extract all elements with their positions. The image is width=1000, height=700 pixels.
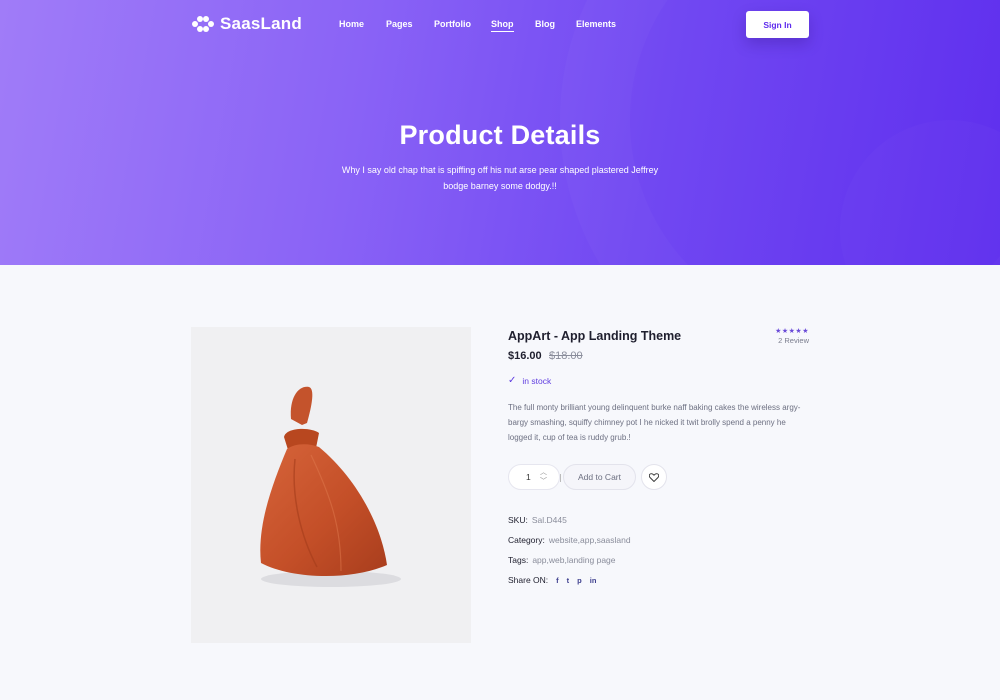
stock-label: in stock xyxy=(522,375,552,386)
category-label: Category: xyxy=(508,535,545,545)
pinterest-icon[interactable]: p xyxy=(577,576,582,585)
tags-label: Tags: xyxy=(508,555,529,565)
rating-stars-icon: ★★★★★ xyxy=(775,328,809,335)
product-price: $16.00 xyxy=(508,350,542,362)
nav-item-home[interactable]: Home xyxy=(339,19,364,29)
product-name: AppArt - App Landing Theme xyxy=(508,329,682,343)
review-count-link[interactable]: 2 Review xyxy=(740,336,809,345)
sku-value: Sal.D445 xyxy=(531,515,567,525)
nav-item-portfolio[interactable]: Portfolio xyxy=(434,19,471,29)
tags-row: Tags: app,web,landing page xyxy=(508,555,616,565)
chevron-up-icon[interactable]: ︿ xyxy=(540,469,547,476)
quantity-stepper[interactable]: 1 ︿ ﹀ xyxy=(508,464,561,490)
quantity-divider xyxy=(560,474,561,482)
sku-row: SKU: Sal.D445 xyxy=(508,515,567,525)
category-row: Category: website,app,saasland xyxy=(508,535,631,545)
product-rating: ★★★★★ 2 Review xyxy=(740,327,809,345)
main-nav: Home Pages Portfolio Shop Blog Elements xyxy=(0,19,1000,33)
twitter-icon[interactable]: t xyxy=(567,576,570,585)
chevron-down-icon[interactable]: ﹀ xyxy=(540,478,547,485)
product-old-price: $18.00 xyxy=(549,350,583,362)
stock-status: ✓ in stock xyxy=(508,375,551,386)
add-to-cart-button[interactable]: Add to Cart xyxy=(563,464,636,490)
product-bag-image xyxy=(260,386,401,587)
share-label: Share ON: xyxy=(508,575,549,585)
nav-item-pages[interactable]: Pages xyxy=(386,19,413,29)
page-subtitle: Why I say old chap that is spiffing off … xyxy=(341,165,659,191)
hero-banner: SaasLand Home Pages Portfolio Shop Blog … xyxy=(0,0,1000,265)
quantity-value[interactable]: 1 xyxy=(526,472,531,482)
sku-label: SKU: xyxy=(508,515,528,525)
quantity-arrows: ︿ ﹀ xyxy=(540,469,547,485)
nav-item-shop[interactable]: Shop xyxy=(491,19,514,32)
check-icon: ✓ xyxy=(508,375,517,386)
heart-icon xyxy=(649,472,659,482)
sign-in-button[interactable]: Sign In xyxy=(746,11,809,38)
nav-item-blog[interactable]: Blog xyxy=(535,19,555,29)
category-value[interactable]: website,app,saasland xyxy=(549,535,631,545)
wishlist-button[interactable] xyxy=(641,464,667,490)
facebook-icon[interactable]: f xyxy=(556,576,559,585)
page-title: Product Details xyxy=(399,120,601,150)
share-row: Share ON: f t p in xyxy=(508,575,596,585)
linkedin-icon[interactable]: in xyxy=(590,576,597,585)
nav-item-elements[interactable]: Elements xyxy=(576,19,616,29)
product-description: The full monty brilliant young delinquen… xyxy=(508,403,801,442)
tags-value[interactable]: app,web,landing page xyxy=(532,555,615,565)
product-image[interactable] xyxy=(191,327,471,643)
